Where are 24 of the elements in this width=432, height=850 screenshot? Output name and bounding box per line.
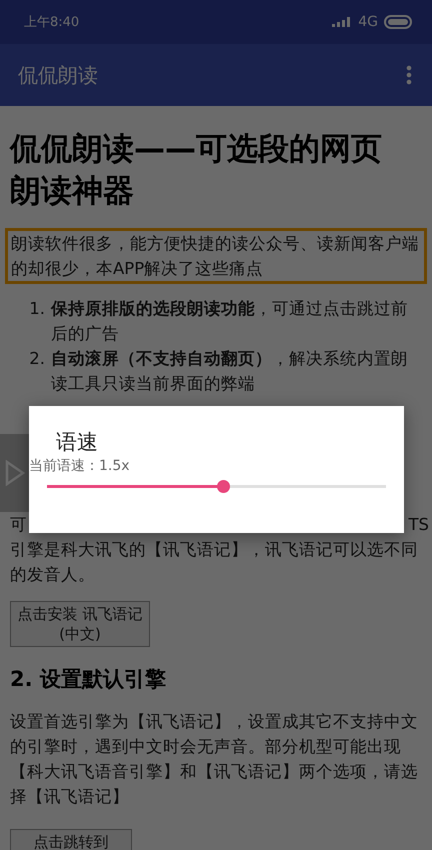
status-time: 上午8:40	[24, 14, 80, 31]
section-heading: 2. 设置默认引擎	[10, 666, 167, 693]
paragraph: 设置首选引擎为【讯飞语记】，设置成其它不支持中文的引擎时，遇到中文时会无声音。部分机型可能出现【科大讯飞语音引擎】和【讯飞语记】两个选项，请选择【讯飞语记】	[10, 711, 419, 808]
highlighted-paragraph: 朗读软件很多，能方便快捷的读公众号、读新闻客户端的却很少，本APP解决了这些痛点	[5, 228, 427, 284]
app-title: 侃侃朗读	[18, 62, 98, 88]
network-type: 4G	[358, 14, 378, 30]
battery-icon	[384, 15, 412, 29]
play-icon	[5, 460, 25, 486]
list-item-text: 自动滚屏（不支持自动翻页），解决系统内置朗读工具只读当前界面的弊端	[51, 348, 409, 395]
floating-play-button[interactable]	[0, 434, 30, 512]
more-options-icon[interactable]	[406, 65, 412, 85]
list-number: 1.	[28, 298, 45, 320]
paragraph: 引擎是科大讯飞的【讯飞语记】，讯飞语记可以选不同的发音人。	[10, 539, 419, 586]
paragraph-fragment: TS	[408, 514, 429, 536]
list-number: 2.	[28, 348, 45, 370]
paragraph-fragment: 可	[10, 514, 27, 536]
dialog-title: 语速	[56, 429, 98, 456]
slider-thumb[interactable]	[216, 480, 230, 493]
list-item-text: 保持原排版的选段朗读功能，可通过点击跳过前后的广告	[51, 298, 409, 345]
settings-button[interactable]: 点击跳转到	[10, 829, 132, 850]
signal-icon	[332, 17, 352, 27]
article-title: 侃侃朗读——可选段的网页朗读神器	[10, 130, 383, 211]
speed-reading: 当前语速：1.5x	[29, 457, 130, 475]
install-button[interactable]: 点击安装 讯飞语记(中文)	[10, 601, 150, 647]
